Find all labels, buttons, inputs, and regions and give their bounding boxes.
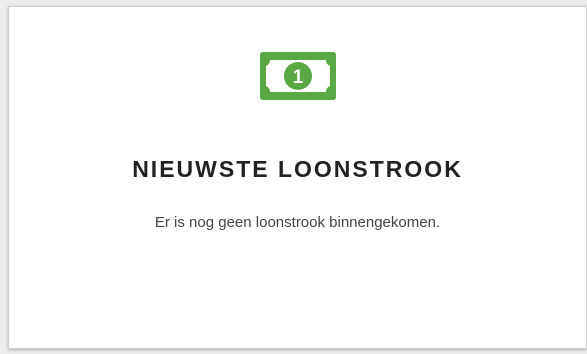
latest-payslip-card[interactable]: 1 NIEUWSTE LOONSTROOK Er is nog geen loo… bbox=[8, 6, 587, 349]
icon-digit: 1 bbox=[292, 67, 303, 88]
icon-container: 1 bbox=[9, 52, 586, 100]
page: 1 NIEUWSTE LOONSTROOK Er is nog geen loo… bbox=[0, 0, 587, 354]
empty-state-message: Er is nog geen loonstrook binnengekomen. bbox=[154, 214, 441, 231]
money-bill-icon: 1 bbox=[259, 52, 336, 100]
card-title: NIEUWSTE LOONSTROOK bbox=[132, 156, 463, 182]
